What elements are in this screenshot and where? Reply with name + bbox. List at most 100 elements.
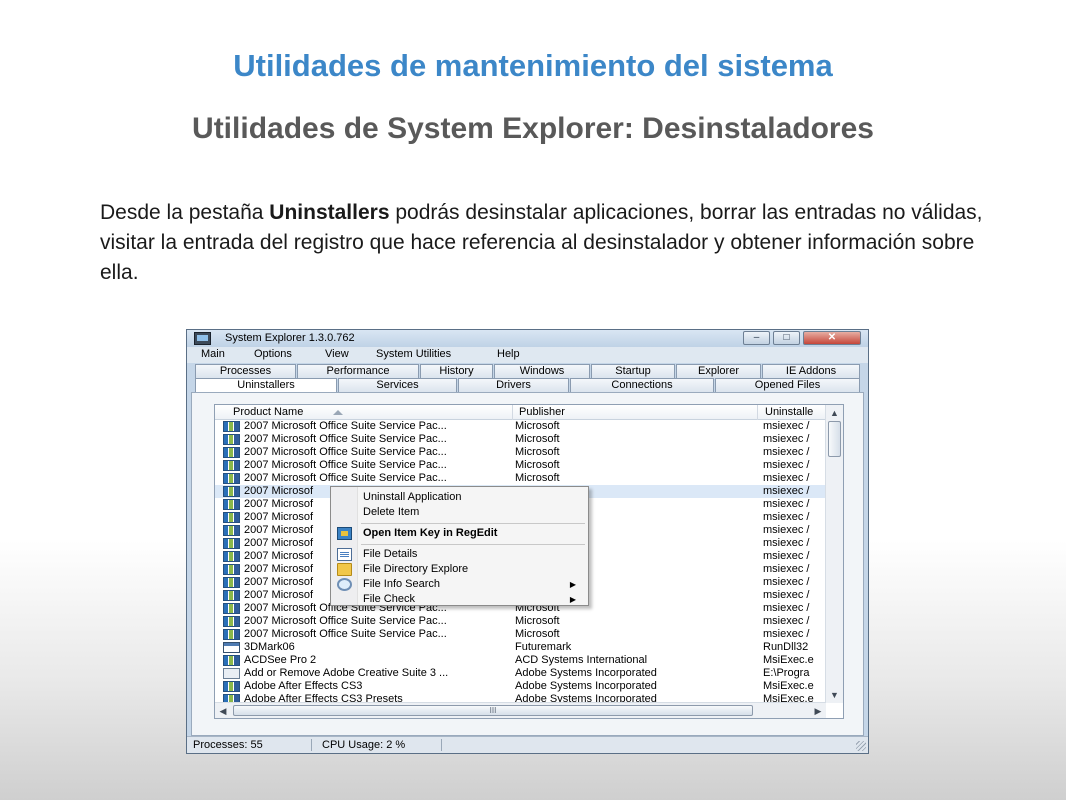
product-name-cell: 3DMark06 [244,641,295,653]
menu-help[interactable]: Help [497,348,520,360]
tab-startup[interactable]: Startup [591,364,675,378]
publisher-cell: Futuremark [515,641,572,653]
title-bar[interactable]: System Explorer 1.3.0.762 – □ ✕ [187,330,868,347]
column-divider[interactable] [512,405,513,420]
column-divider[interactable] [757,405,758,420]
product-name-cell: Adobe After Effects CS3 [244,680,363,692]
vertical-scrollbar[interactable]: ▲ ▼ [825,405,843,703]
uninstall-string-cell: MsiExec.e [763,680,814,692]
scroll-down-icon[interactable]: ▼ [826,687,843,703]
uninstall-string-cell: msiexec / [763,498,810,510]
acd-icon [223,668,240,679]
menu-options[interactable]: Options [254,348,292,360]
context-menu-item[interactable]: Open Item Key in RegEdit [331,526,588,541]
product-name-cell: 2007 Microsoft Office Suite Service Pac.… [244,615,447,627]
context-menu-item[interactable]: Delete Item [331,505,588,520]
publisher-cell: ACD Systems International [515,654,648,666]
tab-history[interactable]: History [420,364,493,378]
uninstall-string-cell: msiexec / [763,472,810,484]
context-menu-item-label: File Info Search [363,578,441,590]
scroll-up-icon[interactable]: ▲ [826,405,843,421]
product-name-cell: 2007 Microsoft Office Suite Service Pac.… [244,628,447,640]
tab-services[interactable]: Services [338,378,457,392]
scroll-right-icon[interactable]: ▶ [810,703,826,718]
table-row[interactable]: 2007 Microsoft Office Suite Service Pac.… [215,472,826,485]
tab-windows[interactable]: Windows [494,364,590,378]
setup-icon [223,577,240,588]
menu-separator [361,544,585,545]
column-header-publisher[interactable]: Publisher [519,406,719,418]
table-row[interactable]: Adobe After Effects CS3 Adobe Systems Inc… [215,680,826,693]
uninstall-string-cell: msiexec / [763,576,810,588]
uninstall-string-cell: msiexec / [763,563,810,575]
uninstall-string-cell: msiexec / [763,537,810,549]
setup-icon [223,512,240,523]
publisher-cell: Microsoft [515,472,560,484]
setup-icon [223,551,240,562]
publisher-cell: Microsoft [515,459,560,471]
publisher-cell: Microsoft [515,446,560,458]
product-name-cell: 2007 Microsoft Office Suite Service Pac.… [244,446,447,458]
table-row[interactable]: 2007 Microsoft Office Suite Service Pac.… [215,446,826,459]
tab-explorer[interactable]: Explorer [676,364,761,378]
maximize-button[interactable]: □ [773,331,800,345]
close-button[interactable]: ✕ [803,331,861,345]
vertical-scroll-thumb[interactable] [828,421,841,457]
uninstall-string-cell: msiexec / [763,511,810,523]
table-row[interactable]: 2007 Microsoft Office Suite Service Pac.… [215,433,826,446]
context-menu-item[interactable]: File Info Search ▶ [331,577,588,592]
publisher-cell: Microsoft [515,628,560,640]
context-menu-item[interactable]: Uninstall Application [331,490,588,505]
menu-system-utilities[interactable]: System Utilities [376,348,451,360]
table-row[interactable]: 3DMark06 Futuremark RunDll32 [215,641,826,654]
submenu-arrow-icon: ▶ [569,595,576,604]
uninstall-string-cell: msiexec / [763,628,810,640]
setup-icon [223,473,240,484]
column-header-uninstall[interactable]: Uninstalle [765,406,825,418]
status-divider [311,739,312,751]
setup-icon [223,616,240,627]
uninstall-string-cell: msiexec / [763,485,810,497]
setup-icon [223,564,240,575]
tab-ie-addons[interactable]: IE Addons [762,364,860,378]
table-row[interactable]: 2007 Microsoft Office Suite Service Pac.… [215,459,826,472]
tab-connections[interactable]: Connections [570,378,714,392]
tab-drivers[interactable]: Drivers [458,378,569,392]
context-menu-item[interactable]: File Details [331,547,588,562]
publisher-cell: Microsoft [515,420,560,432]
status-bar: Processes: 55 CPU Usage: 2 % [187,736,868,753]
menu-main[interactable]: Main [201,348,225,360]
uninstall-string-cell: msiexec / [763,433,810,445]
table-row[interactable]: 2007 Microsoft Office Suite Service Pac.… [215,615,826,628]
context-menu-item-label: Delete Item [363,506,420,518]
body-text-start: Desde la pestaña [100,201,270,224]
table-row[interactable]: ACDSee Pro 2 ACD Systems International Msi… [215,654,826,667]
tab-opened-files[interactable]: Opened Files [715,378,860,392]
setup-icon [223,538,240,549]
menu-separator [361,523,585,524]
table-row[interactable]: 2007 Microsoft Office Suite Service Pac.… [215,628,826,641]
horizontal-scroll-thumb[interactable]: III [233,705,753,716]
body-text-bold: Uninstallers [269,201,390,224]
context-menu-item[interactable]: File Directory Explore [331,562,588,577]
setup-icon [223,447,240,458]
tab-performance[interactable]: Performance [297,364,419,378]
setup-icon [223,499,240,510]
context-menu-item[interactable]: File Check ▶ [331,592,588,607]
tab-processes[interactable]: Processes [195,364,296,378]
tab-row-top: Processes Performance History Windows St… [191,364,864,378]
menu-view[interactable]: View [325,348,349,360]
table-row[interactable]: Add or Remove Adobe Creative Suite 3 ...… [215,667,826,680]
folder-icon [337,563,352,576]
table-row[interactable]: 2007 Microsoft Office Suite Service Pac.… [215,420,826,433]
regedit-icon [337,527,352,540]
minimize-button[interactable]: – [743,331,770,345]
setup-icon [223,655,240,666]
tab-uninstallers[interactable]: Uninstallers [195,378,337,392]
resize-grip-icon[interactable] [856,741,866,751]
column-header-product-name[interactable]: Product Name [233,406,333,418]
scroll-left-icon[interactable]: ◀ [215,703,231,718]
horizontal-scrollbar[interactable]: ◀ III ▶ [215,702,826,718]
publisher-cell: Adobe Systems Incorporated [515,667,657,679]
status-processes: Processes: 55 [193,739,263,751]
